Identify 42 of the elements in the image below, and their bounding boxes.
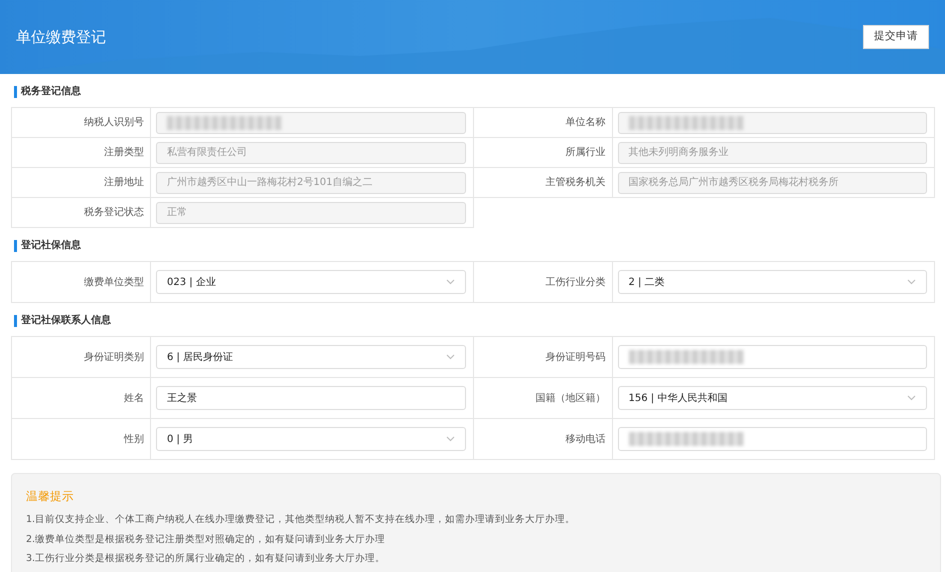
select-field[interactable]: 023 | 企业	[156, 270, 466, 294]
select-field[interactable]: 0 | 男	[156, 427, 466, 451]
section-title: 登记社保联系人信息	[14, 315, 945, 327]
field-label: 主管税务机关	[474, 168, 612, 198]
readonly-field: 国家税务总局广州市越秀区税务局梅花村税务所	[618, 172, 927, 194]
field-label: 身份证明号码	[474, 337, 612, 378]
chevron-down-icon	[907, 395, 916, 401]
field-label: 移动电话	[474, 419, 612, 460]
field-label: 注册地址	[12, 168, 151, 198]
input-field[interactable]: 王之景	[156, 386, 466, 410]
field-label: 纳税人识别号	[12, 108, 151, 138]
tip-text: 3.工伤行业分类是根据税务登记的所属行业确定的，如有疑问请到业务大厅办理。	[26, 552, 386, 566]
select-field[interactable]: 156 | 中华人民共和国	[618, 386, 927, 410]
select-field[interactable]: 6 | 居民身份证	[156, 345, 466, 369]
chevron-down-icon	[446, 436, 454, 442]
section-title: 登记社保信息	[14, 240, 945, 252]
select-field[interactable]: 2 | 二类	[618, 270, 927, 294]
field-label: 性别	[12, 419, 151, 460]
field-label: 单位名称	[474, 108, 612, 138]
readonly-field: 广州市越秀区中山一路梅花村2号101自编之二	[156, 172, 466, 194]
masked-field[interactable]	[618, 427, 927, 451]
readonly-field: 正常	[156, 202, 466, 224]
section-title: 税务登记信息	[14, 86, 945, 98]
field-label: 工伤行业分类	[474, 262, 612, 303]
tip-text: 1.目前仅支持企业、个体工商户纳税人在线办理缴费登记，其他类型纳税人暂不支持在线办理，如需办理请到业务大厅办理。	[26, 513, 576, 528]
field-label: 身份证明类别	[12, 337, 151, 378]
masked-field[interactable]	[618, 345, 927, 369]
page-title: 单位缴费登记	[16, 26, 106, 48]
field-label: 姓名	[12, 378, 151, 419]
field-label: 注册类型	[12, 138, 151, 168]
chevron-down-icon	[907, 279, 916, 285]
field-label: 国籍（地区籍）	[474, 378, 612, 419]
readonly-field: 其他未列明商务服务业	[618, 142, 927, 164]
chevron-down-icon	[446, 354, 454, 360]
field-label: 税务登记状态	[12, 198, 151, 228]
chevron-down-icon	[446, 279, 454, 285]
field-label: 缴费单位类型	[12, 262, 151, 303]
readonly-field: 私营有限责任公司	[156, 142, 466, 164]
tip-text: 2.缴费单位类型是根据税务登记注册类型对照确定的，如有疑问请到业务大厅办理	[26, 532, 386, 546]
tips-title: 温馨提示	[26, 488, 75, 505]
submit-button[interactable]: 提交申请	[863, 25, 929, 49]
field-label: 所属行业	[474, 138, 612, 168]
